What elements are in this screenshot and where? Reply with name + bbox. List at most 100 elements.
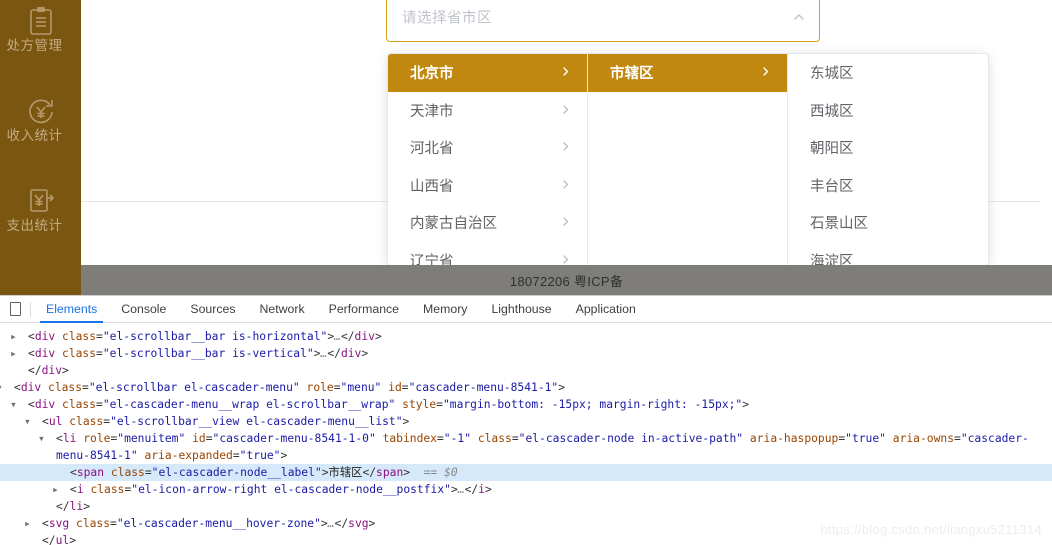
twisty-expanded-icon[interactable]: ▾ [24,413,42,430]
dom-token-atv: "el-scrollbar__view el-cascader-menu__li… [110,415,403,428]
dom-token-pun [55,347,62,360]
cascader-node[interactable]: 西城区 [788,92,988,130]
dom-token-atn: style [402,398,437,411]
dom-token-pun: < [56,432,63,445]
dom-token-tag: div [340,347,362,360]
cascader-node[interactable]: 市辖区 [588,54,787,92]
device-toolbar-icon[interactable] [0,302,30,316]
dom-line[interactable]: </div> [0,362,1052,379]
clipboard-icon [0,4,81,38]
twisty-collapsed-icon[interactable]: ▸ [10,345,28,362]
dom-token-pun: > [313,347,321,360]
dom-token-pun: < [28,398,35,411]
devtools-tab-console[interactable]: Console [109,296,178,323]
dom-token-pun: < [70,466,77,479]
cascader-node[interactable]: 天津市 [388,92,587,130]
twisty-expanded-icon[interactable]: ▾ [38,430,56,447]
cascader-node-label: 市辖区 [610,66,654,83]
cascader-node[interactable]: 山西省 [388,167,587,205]
cascader-node[interactable]: 丰台区 [788,167,988,205]
dom-token-atv: "cascader-menu-8541-1-0" [212,432,376,445]
dom-line[interactable]: ▸ <svg class="el-cascader-menu__hover-zon… [0,515,1052,532]
dom-tree[interactable]: ▸ <div class="el-scrollbar__bar is-horizo… [0,323,1052,545]
dom-token-atv: "el-cascader-menu__wrap el-scrollbar__wr… [102,398,396,411]
dom-line[interactable]: </ul> [0,532,1052,545]
dom-token-pun: > [320,517,328,530]
devtools-tab-network[interactable]: Network [248,296,317,323]
devtools-tab-elements[interactable]: Elements [34,296,109,323]
twisty-collapsed-icon[interactable]: ▸ [10,328,28,345]
twisty-none [19,362,28,379]
sidebar-item-income[interactable]: 收入统计 [0,94,81,144]
cascader-input[interactable]: 请选择省市区 [386,0,820,42]
dom-token-cmt: == $0 [410,466,458,479]
dom-line[interactable]: ▾<div class="el-scrollbar el-cascader-me… [0,379,1052,396]
sidebar-item-prescription[interactable]: 处方管理 [0,4,81,54]
dom-line[interactable]: ▾ <li role="menuitem" id="cascader-menu-8… [0,430,1052,464]
cascader-node[interactable]: 河北省 [388,129,587,167]
dom-token-pun: = [96,330,103,343]
dom-token-atv: "el-scrollbar__bar is-horizontal" [102,330,328,343]
cascader-node[interactable]: 东城区 [788,54,988,92]
dom-line[interactable]: ▸ <div class="el-scrollbar__bar is-vertic… [0,345,1052,362]
dom-token-atn: class [62,330,97,343]
devtools-tab-memory[interactable]: Memory [411,296,479,323]
chevron-up-icon[interactable] [792,10,806,24]
dom-token-pun: = [954,432,961,445]
twisty-expanded-icon[interactable]: ▾ [0,379,14,396]
dom-token-pun: > [374,330,382,343]
dom-token-atv: "margin-bottom: -15px; margin-right: -15… [442,398,743,411]
dom-token-pun: < [14,381,21,394]
dom-line[interactable]: ▸ <i class="el-icon-arrow-right el-cascad… [0,481,1052,498]
footer-strip: 18072206 粤ICP备 [0,265,1052,295]
cascader-node-label: 西城区 [810,103,854,120]
devtools-tab-application[interactable]: Application [564,296,648,323]
devtools-tab-sources[interactable]: Sources [178,296,247,323]
cascader-node[interactable]: 石景山区 [788,204,988,242]
cascader-node[interactable]: 朝阳区 [788,129,988,167]
cascader-node[interactable]: 北京市 [388,54,587,92]
cascader-node-label: 朝阳区 [810,141,854,158]
dom-token-pun: = [511,432,519,445]
dom-token-atn: class [62,398,97,411]
dom-line[interactable]: </li> [0,498,1052,515]
dom-token-atn: class [62,347,97,360]
income-yuan-circle-icon [0,94,81,128]
sidebar-item-expense[interactable]: 支出统计 [0,184,81,234]
twisty-collapsed-icon[interactable]: ▸ [24,515,42,532]
chevron-right-icon [560,66,571,79]
dom-line[interactable]: ▾ <div class="el-cascader-menu__wrap el-s… [0,396,1052,413]
dom-token-pun: = [96,398,103,411]
dom-token-cmt: … [334,330,341,343]
cascader-node[interactable]: 内蒙古自治区 [388,204,587,242]
devtools-tab-performance[interactable]: Performance [317,296,411,323]
dom-token-pun: </ [56,500,70,513]
sidebar-item-label: 支出统计 [6,218,63,233]
dom-line[interactable]: ▸ <div class="el-scrollbar__bar is-horizo… [0,328,1052,345]
chevron-right-icon [560,216,571,229]
dom-token-pun: </ [464,483,479,496]
dom-token-pun: = [333,381,341,394]
dom-line[interactable]: ▾ <ul class="el-scrollbar__view el-cascad… [0,413,1052,430]
dom-token-atv: "el-scrollbar__bar is-vertical" [102,347,314,360]
dom-token-atv: "-1" [443,432,472,445]
dom-token-pun [376,432,383,445]
dom-token-atn: class [90,483,125,496]
dom-token-pun [41,381,48,394]
twisty-expanded-icon[interactable]: ▾ [10,396,28,413]
twisty-collapsed-icon[interactable]: ▸ [52,481,70,498]
devtools-tab-lighthouse[interactable]: Lighthouse [479,296,563,323]
dom-token-atv: "true" [239,449,281,462]
dom-token-pun: = [436,398,443,411]
dom-token-pun: </ [334,517,349,530]
dom-line[interactable]: <span class="el-cascader-node__label">市辖… [0,464,1052,481]
devtools-tabbar: Elements Console Sources Network Performance… [0,296,1052,323]
cascader-node[interactable]: 辽宁省 [388,242,587,265]
dom-token-tag: ul [55,534,70,545]
district-column: 东城区西城区朝阳区丰台区 石景山区 海淀区 [788,54,988,265]
cascader-node[interactable]: 海淀区 [788,242,988,265]
dom-token-tag: div [34,398,56,411]
dom-token-pun: = [82,381,89,394]
cascader-node-label: 东城区 [810,66,854,83]
cascader-node-label: 内蒙古自治区 [410,216,497,233]
